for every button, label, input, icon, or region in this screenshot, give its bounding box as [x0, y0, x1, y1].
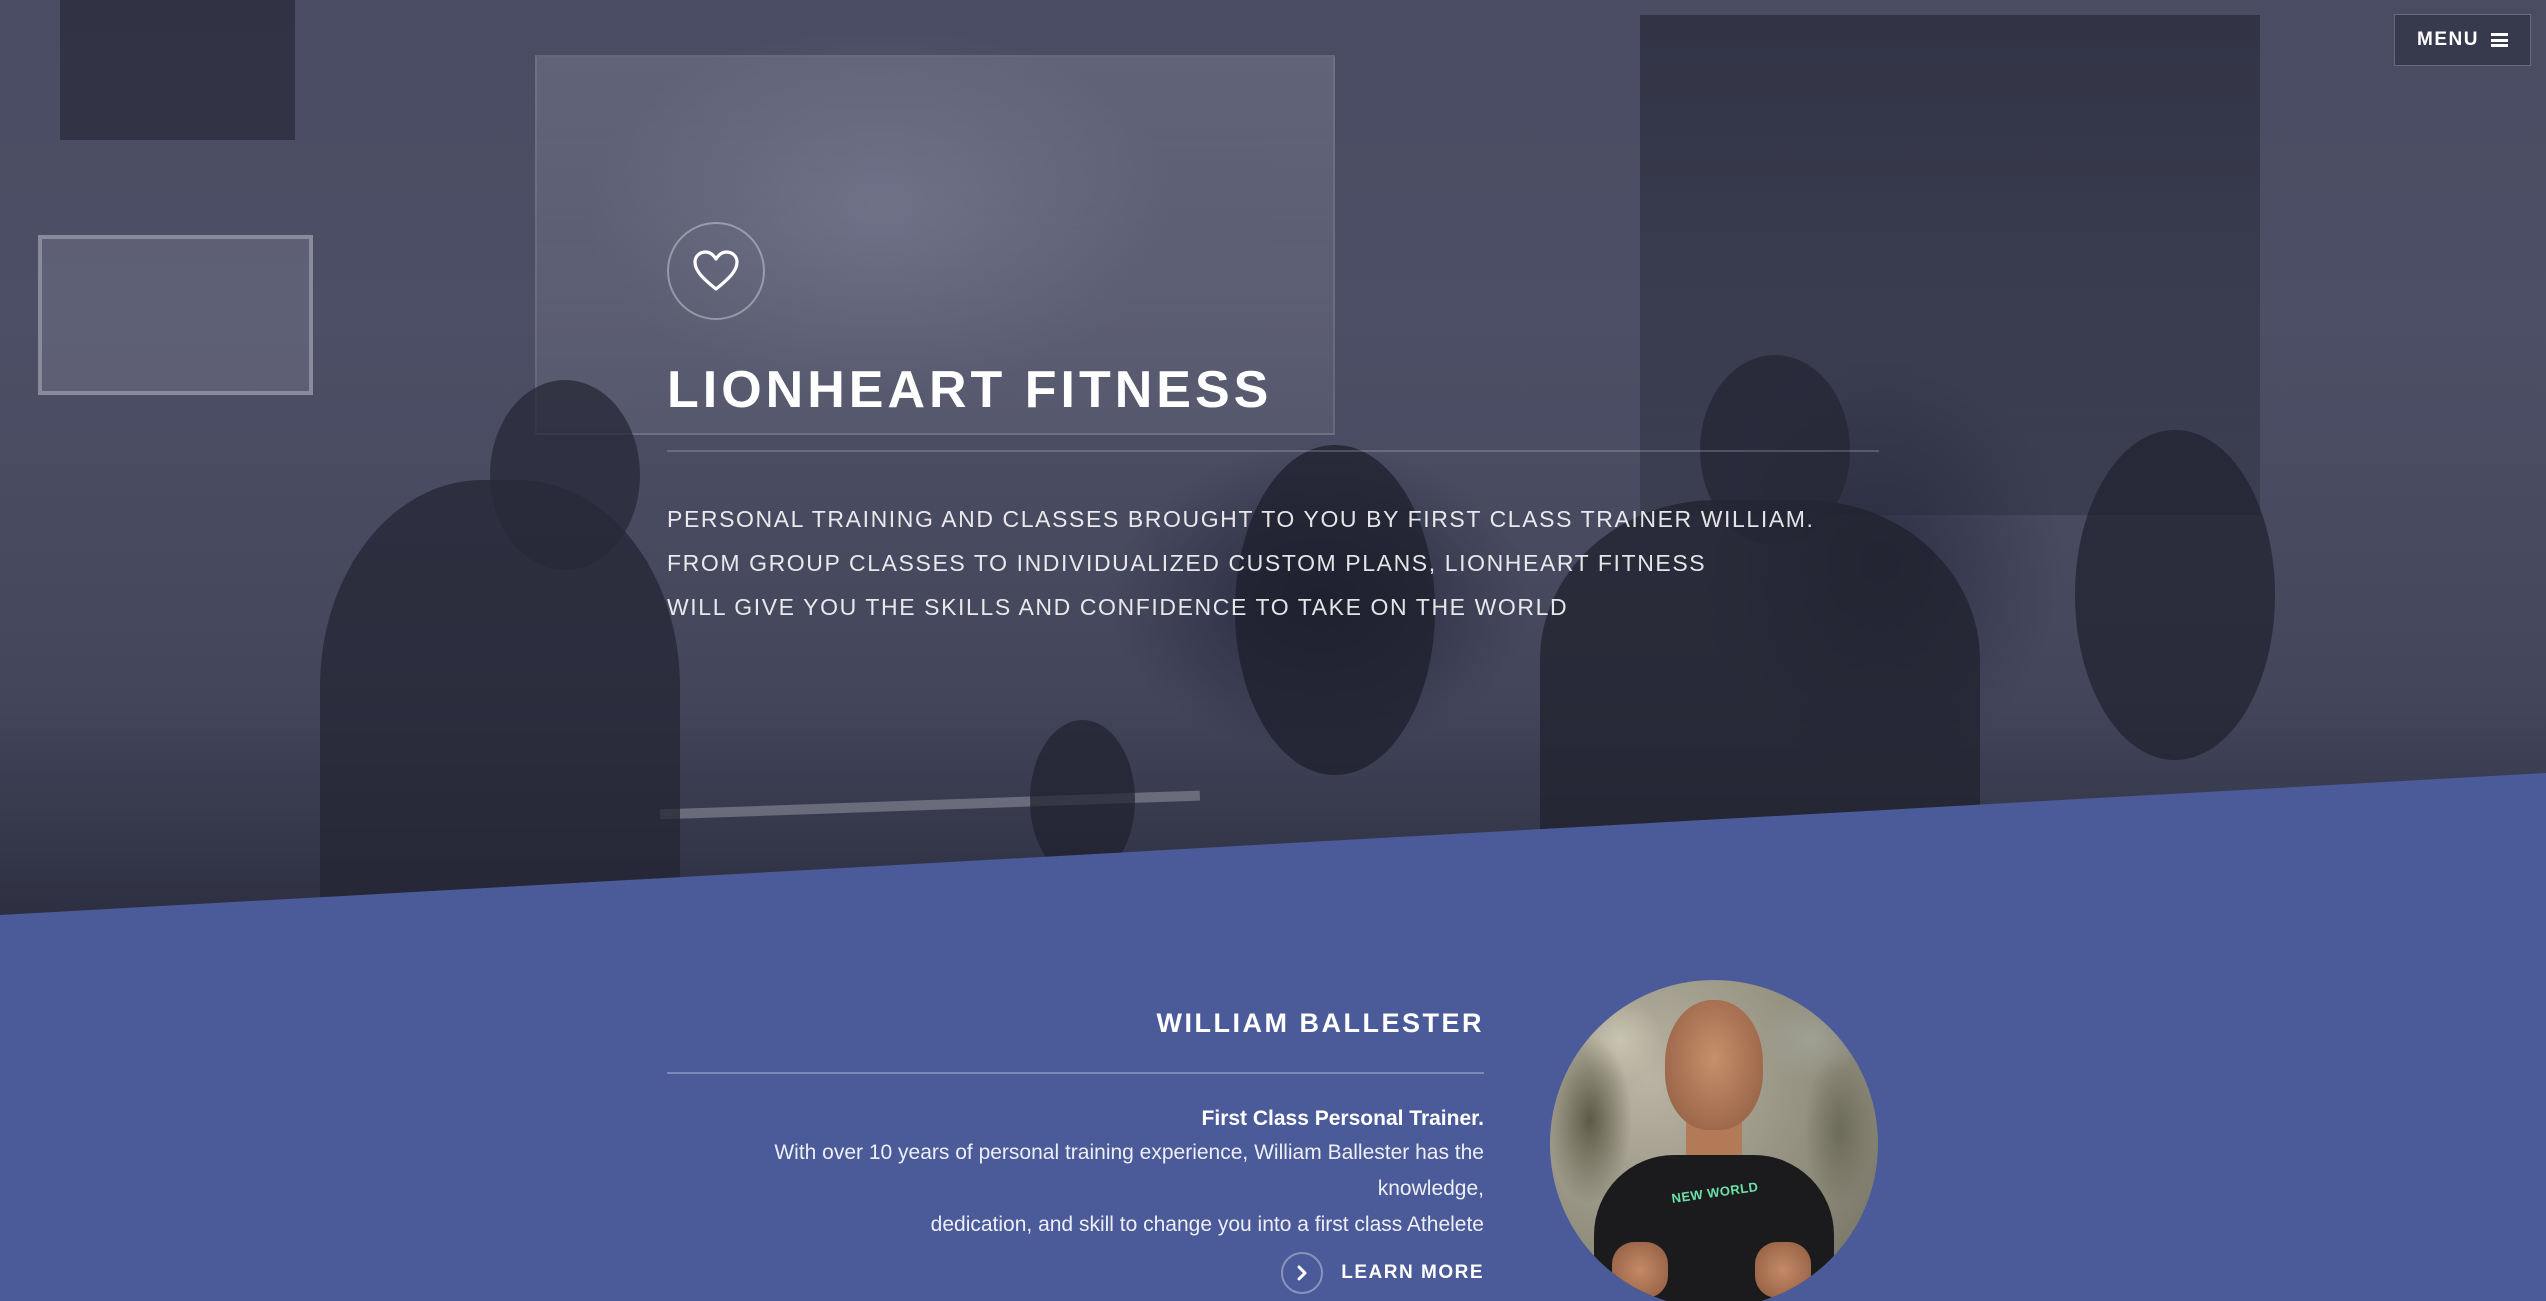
portrait-fist	[1755, 1242, 1811, 1298]
tagline-line: PERSONAL TRAINING AND CLASSES BROUGHT TO…	[667, 506, 1815, 532]
learn-more-label: LEARN MORE	[1341, 1262, 1484, 1283]
background-image-detail	[490, 380, 640, 570]
trainer-name: WILLIAM BALLESTER	[1156, 1008, 1484, 1038]
divider	[667, 1072, 1484, 1074]
site-title: LIONHEART FITNESS	[667, 361, 1273, 419]
portrait-fist	[1612, 1242, 1668, 1298]
bio-line: With over 10 years of personal training …	[774, 1141, 1484, 1200]
portrait-head	[1665, 1000, 1763, 1130]
hamburger-icon	[2490, 33, 2508, 47]
bio-line: dedication, and skill to change you into…	[930, 1213, 1484, 1236]
tagline-line: WILL GIVE YOU THE SKILLS AND CONFIDENCE …	[667, 594, 1569, 620]
chevron-right-icon	[1281, 1252, 1324, 1294]
background-image-detail	[320, 480, 680, 915]
trainer-headline: First Class Personal Trainer.	[1201, 1107, 1484, 1130]
background-image-detail	[2075, 430, 2275, 760]
divider	[667, 450, 1879, 452]
background-image-detail	[38, 235, 313, 395]
trainer-portrait: NEW WORLD	[1550, 980, 1878, 1301]
hero-section	[0, 0, 2546, 915]
menu-button[interactable]: MENU	[2394, 14, 2531, 66]
heart-icon	[667, 222, 765, 320]
trainer-bio: First Class Personal Trainer. With over …	[664, 1103, 1484, 1243]
tagline-line: FROM GROUP CLASSES TO INDIVIDUALIZED CUS…	[667, 550, 1707, 576]
learn-more-link[interactable]: LEARN MORE	[1281, 1252, 1484, 1294]
background-image-detail	[1030, 720, 1135, 880]
hero-tagline: PERSONAL TRAINING AND CLASSES BROUGHT TO…	[667, 497, 1967, 629]
menu-label: MENU	[2417, 29, 2479, 50]
background-image-detail	[60, 0, 295, 140]
